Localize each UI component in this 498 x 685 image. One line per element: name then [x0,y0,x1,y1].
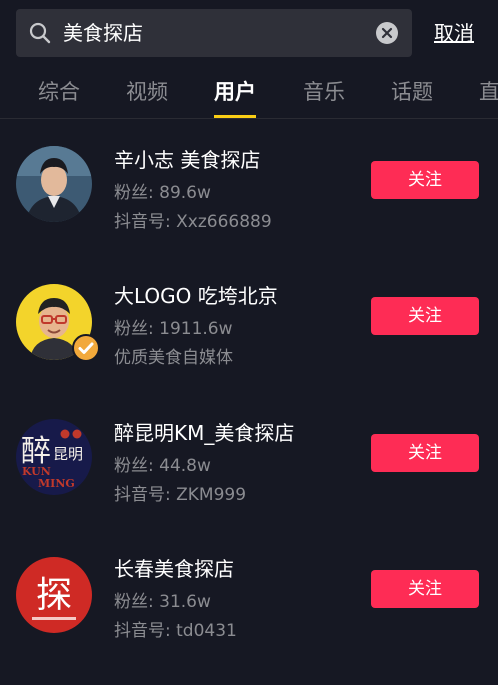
avatar-logo-text: 探 [36,575,72,616]
user-detail: 优质美食自媒体 [114,348,233,368]
search-input[interactable]: 美食探店 [63,9,143,57]
search-icon [29,22,51,44]
follower-count: 粉丝: 89.6w [114,183,211,203]
user-name[interactable]: 长春美食探店 [114,553,234,582]
tab-topics[interactable]: 话题 [391,70,433,114]
user-name[interactable]: 醉昆明KM_美食探店 [114,417,294,446]
tab-bar: 综合 视频 用户 音乐 话题 直 [0,70,498,118]
tab-general[interactable]: 综合 [38,70,80,114]
clear-icon[interactable] [376,22,398,44]
avatar[interactable]: 探 [16,557,92,633]
avatar-logo-sub: 昆明 [53,445,83,463]
tab-videos[interactable]: 视频 [126,70,168,114]
verified-icon [72,334,100,362]
follow-button[interactable]: 关注 [371,161,479,199]
follow-button[interactable]: 关注 [371,297,479,335]
user-detail: 抖音号: Xxz666889 [114,212,272,232]
user-detail: 抖音号: td0431 [114,621,237,641]
search-bar[interactable]: 美食探店 [16,9,412,57]
tab-music[interactable]: 音乐 [303,70,345,114]
follower-count: 粉丝: 31.6w [114,592,211,612]
avatar[interactable] [16,146,92,222]
follow-button[interactable]: 关注 [371,434,479,472]
list-item[interactable]: 醉 昆明 KUN MING 醉昆明KM_美食探店 粉丝: 44.8w 抖音号: … [0,413,498,549]
list-item[interactable]: 大LOGO 吃垮北京 粉丝: 1911.6w 优质美食自媒体 关注 [0,276,498,412]
tab-users[interactable]: 用户 [214,70,256,118]
list-item[interactable]: 探 长春美食探店 粉丝: 31.6w 抖音号: td0431 关注 [0,549,498,685]
follow-button[interactable]: 关注 [371,570,479,608]
tab-divider [0,118,498,119]
cancel-button[interactable]: 取消 [434,9,474,57]
avatar-logo-main: 醉 [21,434,51,469]
follower-count: 粉丝: 1911.6w [114,319,233,339]
tab-live[interactable]: 直 [479,70,498,114]
user-name[interactable]: 辛小志 美食探店 [114,144,260,173]
list-item[interactable]: 辛小志 美食探店 粉丝: 89.6w 抖音号: Xxz666889 关注 [0,140,498,276]
follower-count: 粉丝: 44.8w [114,456,211,476]
user-detail: 抖音号: ZKM999 [114,485,247,505]
user-name[interactable]: 大LOGO 吃垮北京 [114,280,278,309]
avatar-logo-brand2: MING [38,477,75,490]
avatar[interactable]: 醉 昆明 KUN MING [16,419,92,495]
tab-users-label: 用户 [214,80,256,104]
